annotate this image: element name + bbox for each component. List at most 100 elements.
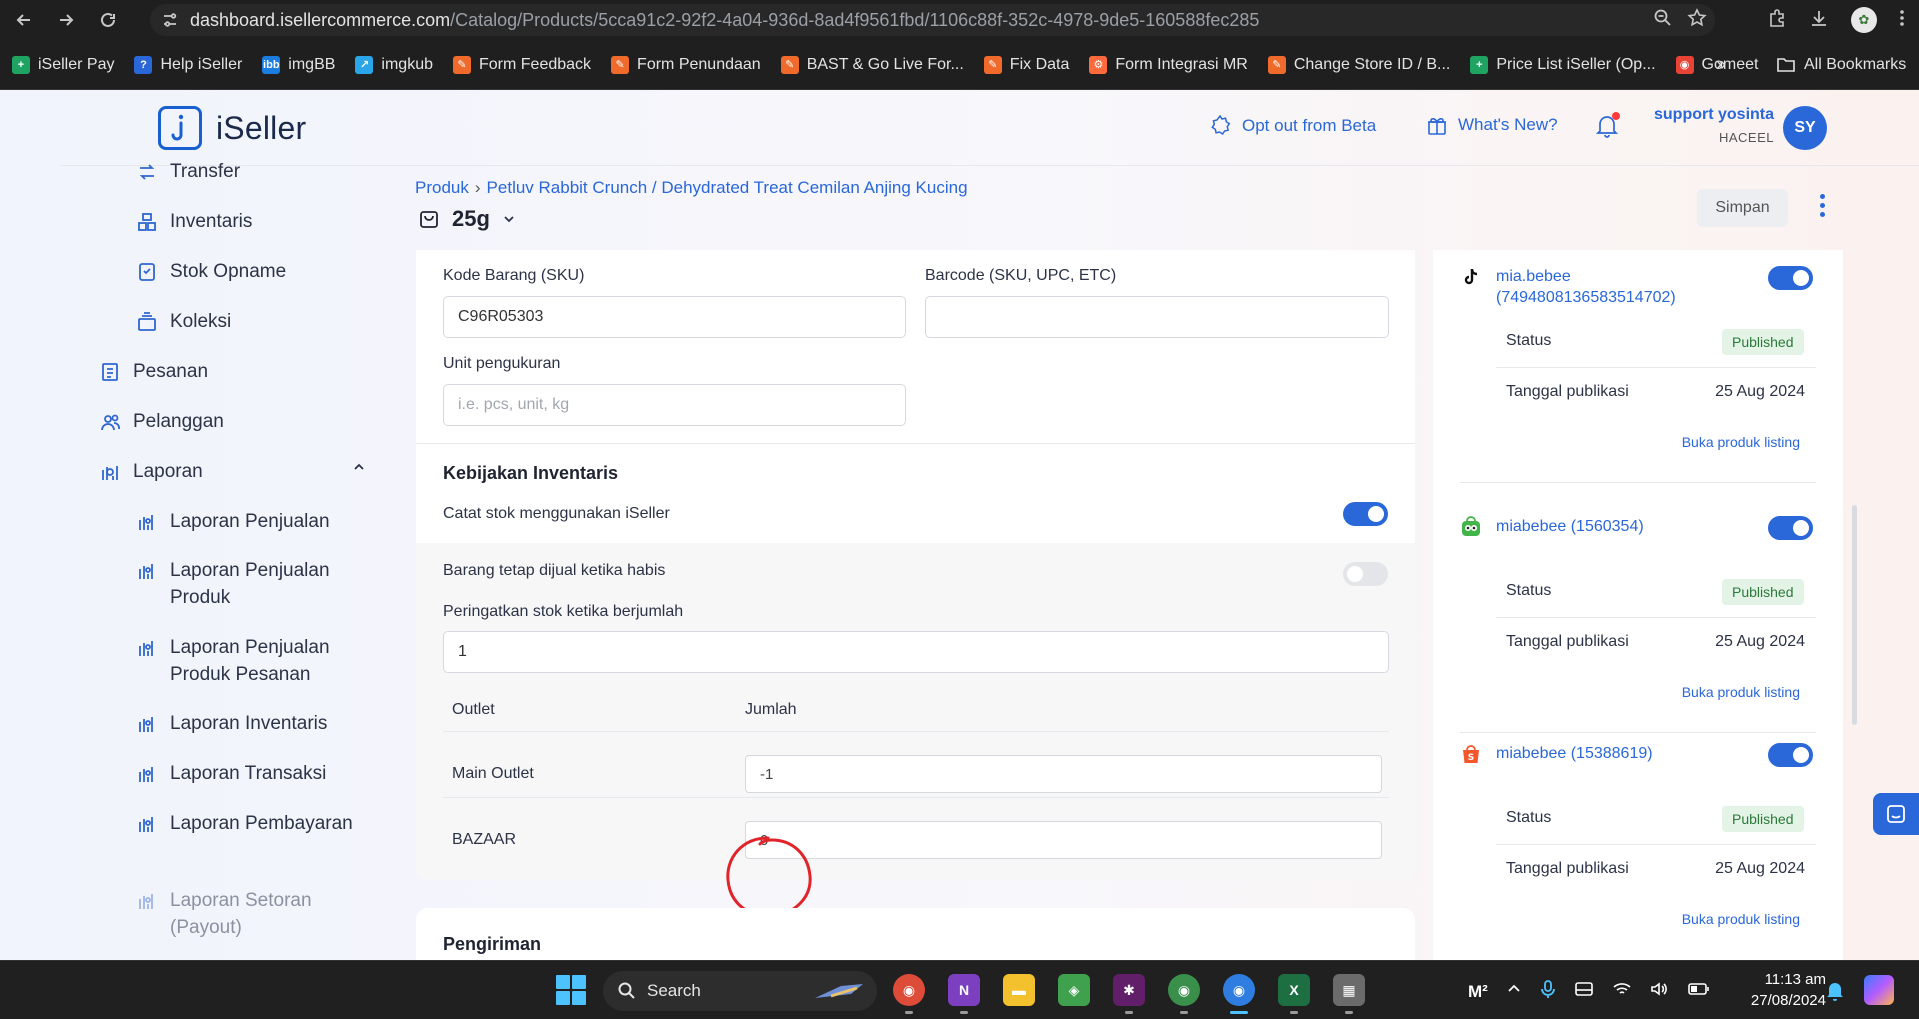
excel-app-icon[interactable]: X — [1278, 974, 1310, 1006]
windows-start-icon[interactable] — [556, 975, 586, 1005]
notifications-bell[interactable] — [1595, 112, 1620, 143]
extensions-icon[interactable] — [1767, 8, 1787, 33]
barcode-input[interactable] — [925, 296, 1389, 338]
download-icon[interactable] — [1809, 8, 1829, 33]
track-stock-toggle[interactable] — [1343, 502, 1388, 526]
taskbar-search[interactable]: Search — [603, 971, 877, 1011]
unit-input[interactable]: i.e. pcs, unit, kg — [443, 384, 906, 426]
bookmark-item[interactable]: + iSeller Pay — [12, 55, 114, 74]
sidebar-item-inventaris[interactable]: Inventaris — [136, 208, 252, 235]
open-product-listing-link[interactable]: Buka produk listing — [1593, 911, 1800, 927]
profile-avatar-icon[interactable]: ✿ — [1851, 7, 1877, 33]
save-button[interactable]: Simpan — [1697, 189, 1788, 227]
bookmark-item[interactable]: ✎ Form Feedback — [453, 55, 591, 74]
copilot-icon[interactable] — [1864, 975, 1894, 1005]
breadcrumb-product[interactable]: Petluv Rabbit Crunch / Dehydrated Treat … — [487, 178, 968, 197]
whats-new-link[interactable]: What's New? — [1426, 114, 1558, 136]
sidebar-item-transfer[interactable]: Transfer — [136, 158, 240, 185]
outlet-qty-input[interactable]: 0 — [745, 821, 1382, 859]
sidebar-item-laporan[interactable]: Laporan — [99, 458, 364, 485]
sidebar-item-laporan-penjualan-produk[interactable]: Laporan Penjualan Produk — [136, 557, 330, 611]
sell-when-out-toggle[interactable] — [1343, 562, 1388, 586]
bookmark-item[interactable]: + Price List iSeller (Op... — [1470, 55, 1656, 74]
onenote-app-icon[interactable]: N — [948, 974, 980, 1006]
bookmark-item[interactable]: ↗ imgkub — [355, 55, 433, 74]
channel-name[interactable]: mia.bebee (7494808136583514702) — [1496, 266, 1676, 308]
bookmarks-overflow-icon[interactable]: » — [1716, 54, 1726, 75]
sidebar-item-laporan-penjualan-produk-pesanan[interactable]: Laporan Penjualan Produk Pesanan — [136, 634, 330, 688]
site-info-icon[interactable] — [150, 11, 190, 29]
battery-icon[interactable] — [1688, 982, 1710, 1001]
publish-date-value: 25 Aug 2024 — [1715, 860, 1805, 877]
all-bookmarks-folder[interactable]: All Bookmarks — [1776, 40, 1906, 90]
channel-publish-toggle[interactable] — [1768, 743, 1813, 767]
channel-name[interactable]: miabebee (1560354) — [1496, 516, 1644, 537]
layers-app-icon[interactable]: ◈ — [1058, 974, 1090, 1006]
browser-menu-icon[interactable] — [1899, 8, 1905, 33]
status-badge: Published — [1722, 806, 1804, 832]
support-chat-button[interactable] — [1873, 793, 1919, 835]
bookmark-item[interactable]: ⚙ Form Integrasi MR — [1089, 55, 1248, 74]
forward-button[interactable] — [48, 2, 84, 38]
bookmark-star-icon[interactable] — [1687, 7, 1707, 33]
calculator-app-icon[interactable]: ▦ — [1333, 974, 1365, 1006]
sidebar-item-stok-opname[interactable]: Stok Opname — [136, 258, 286, 285]
address-bar[interactable]: dashboard.isellercommerce.com/Catalog/Pr… — [150, 4, 1715, 36]
reload-button[interactable] — [90, 2, 126, 38]
chrome-active-app-icon[interactable]: ◉ — [1223, 974, 1255, 1006]
sidebar-item-laporan-penjualan[interactable]: Laporan Penjualan — [136, 508, 330, 535]
sidebar-item-laporan-pembayaran[interactable]: Laporan Pembayaran — [136, 810, 353, 837]
zoom-icon[interactable] — [1653, 8, 1673, 33]
sidebar-item-label-line: Pesanan — [133, 361, 209, 382]
notification-center-icon[interactable] — [1825, 980, 1845, 1007]
sidebar-item-laporan-setoran--payout-[interactable]: Laporan Setoran (Payout) — [136, 887, 312, 941]
opt-out-beta-link[interactable]: Opt out from Beta — [1208, 114, 1376, 138]
iseller-logo[interactable]: iSeller — [158, 106, 306, 150]
sidebar-item-pelanggan[interactable]: Pelanggan — [99, 408, 224, 435]
bookmark-item[interactable]: ✎ Form Penundaan — [611, 55, 761, 74]
sidebar-item-label-line: Transfer — [170, 161, 241, 182]
user-avatar[interactable]: SY — [1783, 106, 1827, 150]
chevron-up-icon[interactable] — [1506, 981, 1522, 1002]
chrome-profile-app-icon[interactable]: ◉ — [1168, 974, 1200, 1006]
channel-publish-toggle[interactable] — [1768, 266, 1813, 290]
bookmark-item[interactable]: ? Help iSeller — [134, 55, 242, 74]
display-icon[interactable] — [1574, 981, 1594, 1002]
variant-selector[interactable]: 25g — [418, 206, 516, 232]
chevron-up-icon[interactable] — [352, 458, 366, 480]
open-product-listing-link[interactable]: Buka produk listing — [1593, 684, 1800, 700]
sku-input[interactable]: C96R05303 — [443, 296, 906, 338]
slack-app-icon[interactable]: ✱ — [1113, 974, 1145, 1006]
outlet-name: Main Outlet — [452, 765, 534, 782]
more-options-icon[interactable] — [1816, 194, 1828, 217]
sidebar-item-koleksi[interactable]: Koleksi — [136, 308, 231, 335]
back-button[interactable] — [6, 2, 42, 38]
sidebar-item-laporan-transaksi[interactable]: Laporan Transaksi — [136, 760, 326, 787]
volume-icon[interactable] — [1650, 981, 1670, 1002]
wifi-icon[interactable] — [1612, 981, 1632, 1002]
clock-date[interactable]: 27/08/2024 — [1726, 992, 1826, 1009]
channel-publish-toggle[interactable] — [1768, 516, 1813, 540]
channel-name[interactable]: miabebee (15388619) — [1496, 743, 1653, 764]
panel-scrollbar[interactable] — [1852, 505, 1857, 725]
breadcrumb-produk[interactable]: Produk — [415, 178, 469, 197]
bookmark-item[interactable]: ✎ BAST & Go Live For... — [780, 55, 964, 74]
variant-name: 25g — [452, 206, 490, 231]
bookmark-item[interactable]: ✎ Change Store ID / B... — [1267, 55, 1450, 74]
outlet-qty-input[interactable]: -1 — [745, 755, 1382, 793]
sidebar-item-label: Pesanan — [133, 358, 208, 385]
bookmark-item[interactable]: ✎ Fix Data — [983, 55, 1069, 74]
bookmark-item[interactable]: ibb imgBB — [262, 55, 335, 74]
m2-tray-icon[interactable]: M² — [1468, 982, 1488, 1002]
sidebar-item-pesanan[interactable]: Pesanan — [99, 358, 208, 385]
microphone-icon[interactable] — [1540, 979, 1556, 1004]
user-name[interactable]: support yosinta — [1654, 106, 1774, 124]
low-stock-input[interactable]: 1 — [443, 631, 1389, 673]
open-product-listing-link[interactable]: Buka produk listing — [1593, 434, 1800, 450]
sidebar-item-laporan-inventaris[interactable]: Laporan Inventaris — [136, 710, 327, 737]
clock-time[interactable]: 11:13 am — [1736, 971, 1826, 988]
chrome-app-icon[interactable]: ◉ — [893, 974, 925, 1006]
file-explorer-app-icon[interactable]: ▬ — [1003, 974, 1035, 1006]
sidebar-item-label-line: Pelanggan — [133, 411, 224, 432]
imgbb-icon: ibb — [262, 55, 281, 74]
